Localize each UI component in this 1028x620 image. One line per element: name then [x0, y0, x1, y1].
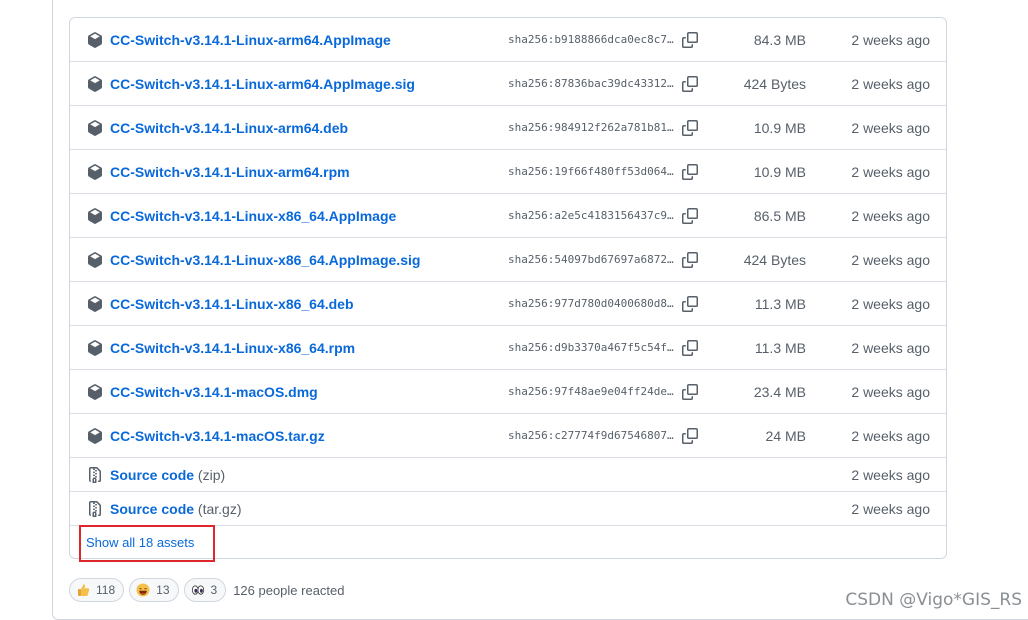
- package-icon: [87, 76, 103, 92]
- asset-sha256: sha256:54097bd67697a6872…: [508, 252, 674, 266]
- asset-link[interactable]: CC-Switch-v3.14.1-Linux-arm64.AppImage.s…: [110, 76, 415, 92]
- laugh-icon: [136, 583, 150, 597]
- asset-date: 2 weeks ago: [851, 31, 930, 48]
- asset-link[interactable]: CC-Switch-v3.14.1-Linux-x86_64.AppImage.…: [110, 252, 420, 268]
- package-icon: [87, 32, 103, 48]
- package-icon: [87, 164, 103, 180]
- asset-link[interactable]: CC-Switch-v3.14.1-Linux-arm64.AppImage: [110, 32, 391, 48]
- asset-date: 2 weeks ago: [851, 295, 930, 312]
- copy-icon[interactable]: [682, 164, 698, 180]
- source-code-link[interactable]: Source code (zip): [110, 467, 225, 483]
- highlight-annotation: [79, 525, 215, 562]
- asset-row: CC-Switch-v3.14.1-macOS.dmg sha256:97f48a…: [70, 370, 946, 414]
- asset-date: 2 weeks ago: [851, 383, 930, 400]
- asset-link[interactable]: CC-Switch-v3.14.1-Linux-arm64.rpm: [110, 164, 350, 180]
- asset-row: CC-Switch-v3.14.1-Linux-arm64.AppImage.s…: [70, 62, 946, 106]
- asset-date: 2 weeks ago: [851, 427, 930, 444]
- asset-sha256: sha256:977d780d0400680d8…: [508, 296, 674, 310]
- asset-sha256: sha256:c27774f9d67546807…: [508, 428, 674, 442]
- asset-link[interactable]: CC-Switch-v3.14.1-Linux-x86_64.rpm: [110, 340, 355, 356]
- asset-link[interactable]: CC-Switch-v3.14.1-macOS.dmg: [110, 384, 318, 400]
- asset-row: CC-Switch-v3.14.1-Linux-arm64.deb sha256:…: [70, 106, 946, 150]
- asset-date: 2 weeks ago: [851, 163, 930, 180]
- asset-sha256: sha256:87836bac39dc43312…: [508, 76, 674, 90]
- package-icon: [87, 120, 103, 136]
- reaction-count: 3: [210, 583, 218, 597]
- asset-link[interactable]: CC-Switch-v3.14.1-Linux-x86_64.AppImage: [110, 208, 396, 224]
- source-code-row: Source code (zip) 2 weeks ago: [70, 458, 946, 492]
- copy-icon[interactable]: [682, 76, 698, 92]
- asset-size: 86.5 MB: [753, 207, 806, 224]
- package-icon: [87, 296, 103, 312]
- asset-size: 11.3 MB: [754, 339, 806, 356]
- asset-row: CC-Switch-v3.14.1-Linux-x86_64.AppImage.…: [70, 238, 946, 282]
- asset-sha256: sha256:a2e5c4183156437c9…: [508, 208, 674, 222]
- copy-icon[interactable]: [682, 428, 698, 444]
- package-icon: [87, 252, 103, 268]
- copy-icon[interactable]: [682, 384, 698, 400]
- asset-link[interactable]: CC-Switch-v3.14.1-macOS.tar.gz: [110, 428, 325, 444]
- package-icon: [87, 428, 103, 444]
- reaction-count: 118: [96, 583, 116, 597]
- asset-sha256: sha256:19f66f480ff53d064…: [508, 164, 674, 178]
- asset-sha256: sha256:b9188866dca0ec8c7…: [508, 32, 674, 46]
- source-code-row: Source code (tar.gz) 2 weeks ago: [70, 492, 946, 526]
- package-icon: [87, 384, 103, 400]
- asset-size: 84.3 MB: [753, 31, 806, 48]
- reaction-thumbs-up-button[interactable]: 118: [69, 578, 125, 602]
- asset-size: 24 MB: [765, 427, 806, 444]
- file-zip-icon: [87, 467, 103, 483]
- source-code-label: Source code: [110, 466, 195, 483]
- copy-icon[interactable]: [682, 120, 698, 136]
- asset-size: 10.9 MB: [753, 163, 806, 180]
- asset-date: 2 weeks ago: [851, 75, 930, 92]
- asset-date: 2 weeks ago: [851, 251, 930, 268]
- asset-sha256: sha256:984912f262a781b81…: [508, 120, 674, 134]
- asset-size: 23.4 MB: [753, 383, 806, 400]
- source-code-link[interactable]: Source code (tar.gz): [110, 501, 242, 517]
- asset-link[interactable]: CC-Switch-v3.14.1-Linux-arm64.deb: [110, 120, 348, 136]
- reactions-bar: 118 13 3 126 people reacted: [69, 578, 345, 602]
- eyes-icon: [191, 583, 205, 597]
- asset-link[interactable]: CC-Switch-v3.14.1-Linux-x86_64.deb: [110, 296, 354, 312]
- asset-row: CC-Switch-v3.14.1-Linux-x86_64.deb sha256…: [70, 282, 946, 326]
- asset-size: 424 Bytes: [743, 75, 806, 92]
- asset-size: 10.9 MB: [753, 119, 806, 136]
- source-code-date: 2 weeks ago: [851, 466, 930, 483]
- file-zip-icon: [87, 501, 103, 517]
- copy-icon[interactable]: [682, 340, 698, 356]
- source-code-format: (zip): [197, 466, 226, 483]
- watermark: CSDN @Vigo*GIS_RS: [845, 590, 1022, 610]
- asset-size: 11.3 MB: [754, 295, 806, 312]
- copy-icon[interactable]: [682, 208, 698, 224]
- package-icon: [87, 340, 103, 356]
- asset-sha256: sha256:97f48ae9e04ff24de…: [508, 384, 674, 398]
- source-code-date: 2 weeks ago: [851, 500, 930, 517]
- reaction-laugh-button[interactable]: 13: [129, 578, 179, 602]
- assets-list: Show all 18 assets CC-Switch-v3.14.1-Lin…: [69, 17, 947, 559]
- copy-icon[interactable]: [682, 296, 698, 312]
- copy-icon[interactable]: [682, 32, 698, 48]
- asset-row: CC-Switch-v3.14.1-Linux-arm64.rpm sha256:…: [70, 150, 946, 194]
- asset-date: 2 weeks ago: [851, 339, 930, 356]
- source-code-format: (tar.gz): [197, 500, 242, 517]
- asset-row: CC-Switch-v3.14.1-Linux-x86_64.rpm sha256…: [70, 326, 946, 370]
- copy-icon[interactable]: [682, 252, 698, 268]
- package-icon: [87, 208, 103, 224]
- asset-row: CC-Switch-v3.14.1-Linux-x86_64.AppImage s…: [70, 194, 946, 238]
- asset-date: 2 weeks ago: [851, 207, 930, 224]
- thumbs-up-icon: [76, 583, 90, 597]
- asset-date: 2 weeks ago: [851, 119, 930, 136]
- asset-row: CC-Switch-v3.14.1-Linux-arm64.AppImage sh…: [70, 18, 946, 62]
- source-code-label: Source code: [110, 500, 195, 517]
- reaction-eyes-button[interactable]: 3: [183, 578, 227, 602]
- asset-sha256: sha256:d9b3370a467f5c54f…: [508, 340, 674, 354]
- asset-size: 424 Bytes: [743, 251, 806, 268]
- reaction-count: 13: [156, 583, 170, 597]
- asset-row: CC-Switch-v3.14.1-macOS.tar.gz sha256:c27…: [70, 414, 946, 458]
- reactions-summary: 126 people reacted: [233, 582, 345, 598]
